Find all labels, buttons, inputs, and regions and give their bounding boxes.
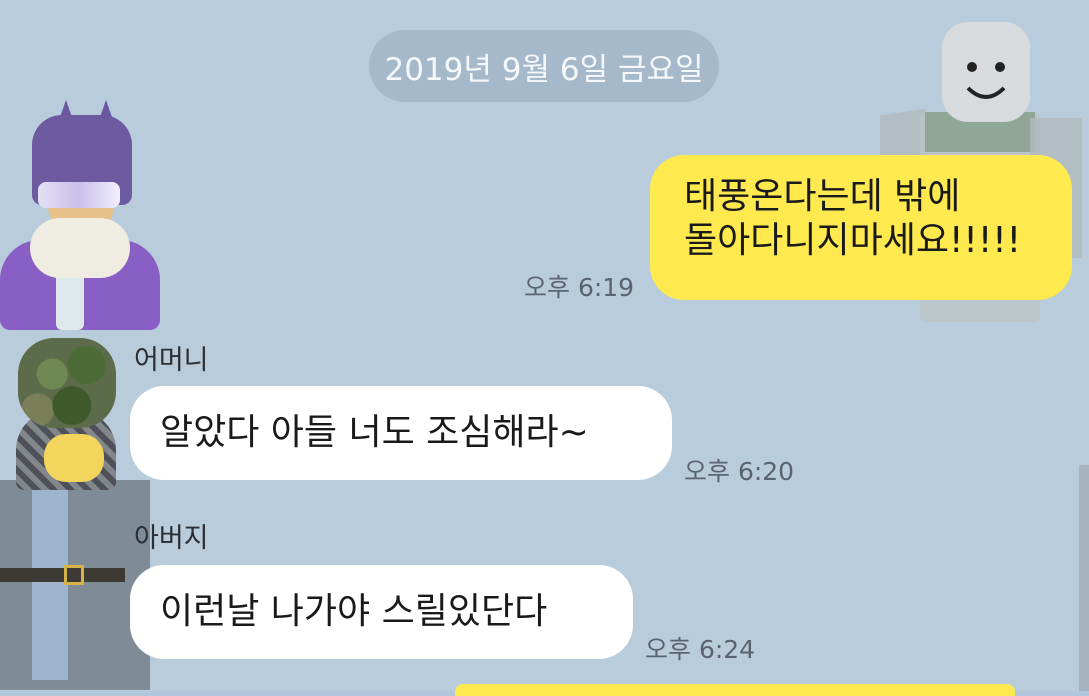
sender-name: 아버지 (134, 523, 209, 554)
message-text-line: 돌아다니지마세요!!!!! (684, 219, 1022, 261)
sent-message-bubble[interactable]: 태풍온다는데 밖에 돌아다니지마세요!!!!! (650, 155, 1072, 300)
message-text-line: 태풍온다는데 밖에 (684, 176, 961, 217)
date-divider: 2019년 9월 6일 금요일 (369, 30, 719, 102)
message-time: 오후 6:20 (684, 457, 795, 486)
scrollbar[interactable] (1079, 465, 1089, 691)
chat-window: 2019년 9월 6일 금요일 태풍온다는데 밖에 돌아다니지마세요!!!!! … (0, 0, 1089, 696)
avatar[interactable] (18, 338, 116, 428)
received-message-bubble[interactable]: 이런날 나가야 스릴있단다 (130, 565, 633, 659)
message-text: 알았다 아들 너도 조심해라~ (160, 412, 589, 454)
received-message-bubble[interactable]: 알았다 아들 너도 조심해라~ (130, 386, 672, 480)
message-time: 오후 6:24 (645, 635, 756, 664)
sender-name: 어머니 (134, 345, 209, 376)
next-message-bubble-edge (455, 684, 1015, 696)
message-time: 오후 6:19 (524, 273, 635, 302)
message-text: 이런날 나가야 스릴있단다 (160, 591, 548, 633)
